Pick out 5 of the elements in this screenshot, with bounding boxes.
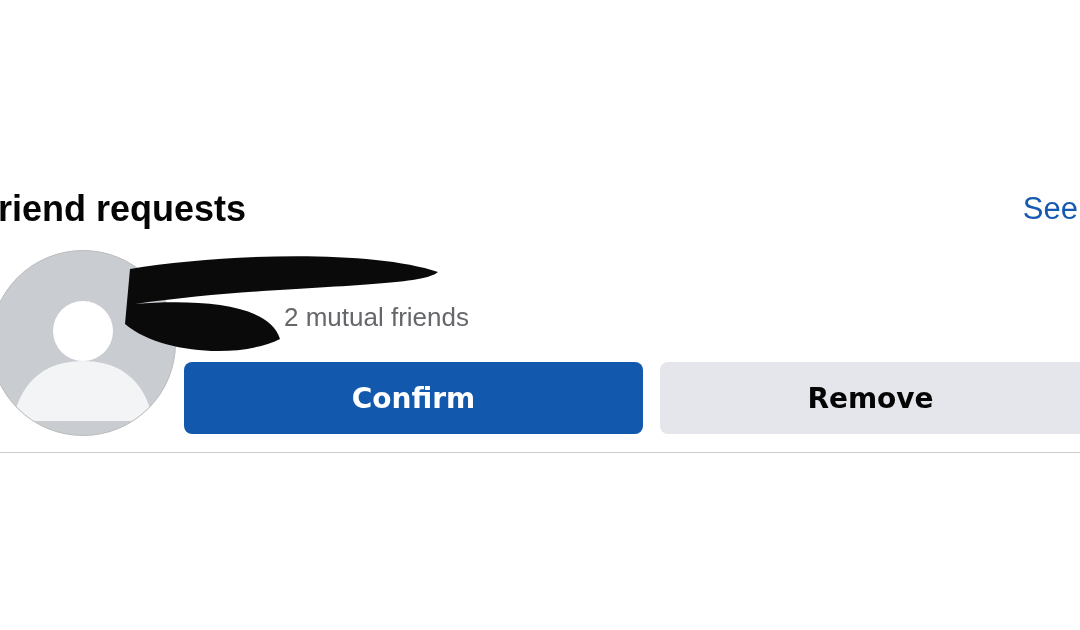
section-title: riend requests: [0, 188, 247, 230]
mutual-friends-count: 2 mutual friends: [284, 302, 470, 334]
see-all-link[interactable]: See: [1022, 191, 1078, 227]
confirm-button[interactable]: Confirm: [184, 362, 643, 434]
remove-button[interactable]: Remove: [660, 362, 1080, 434]
